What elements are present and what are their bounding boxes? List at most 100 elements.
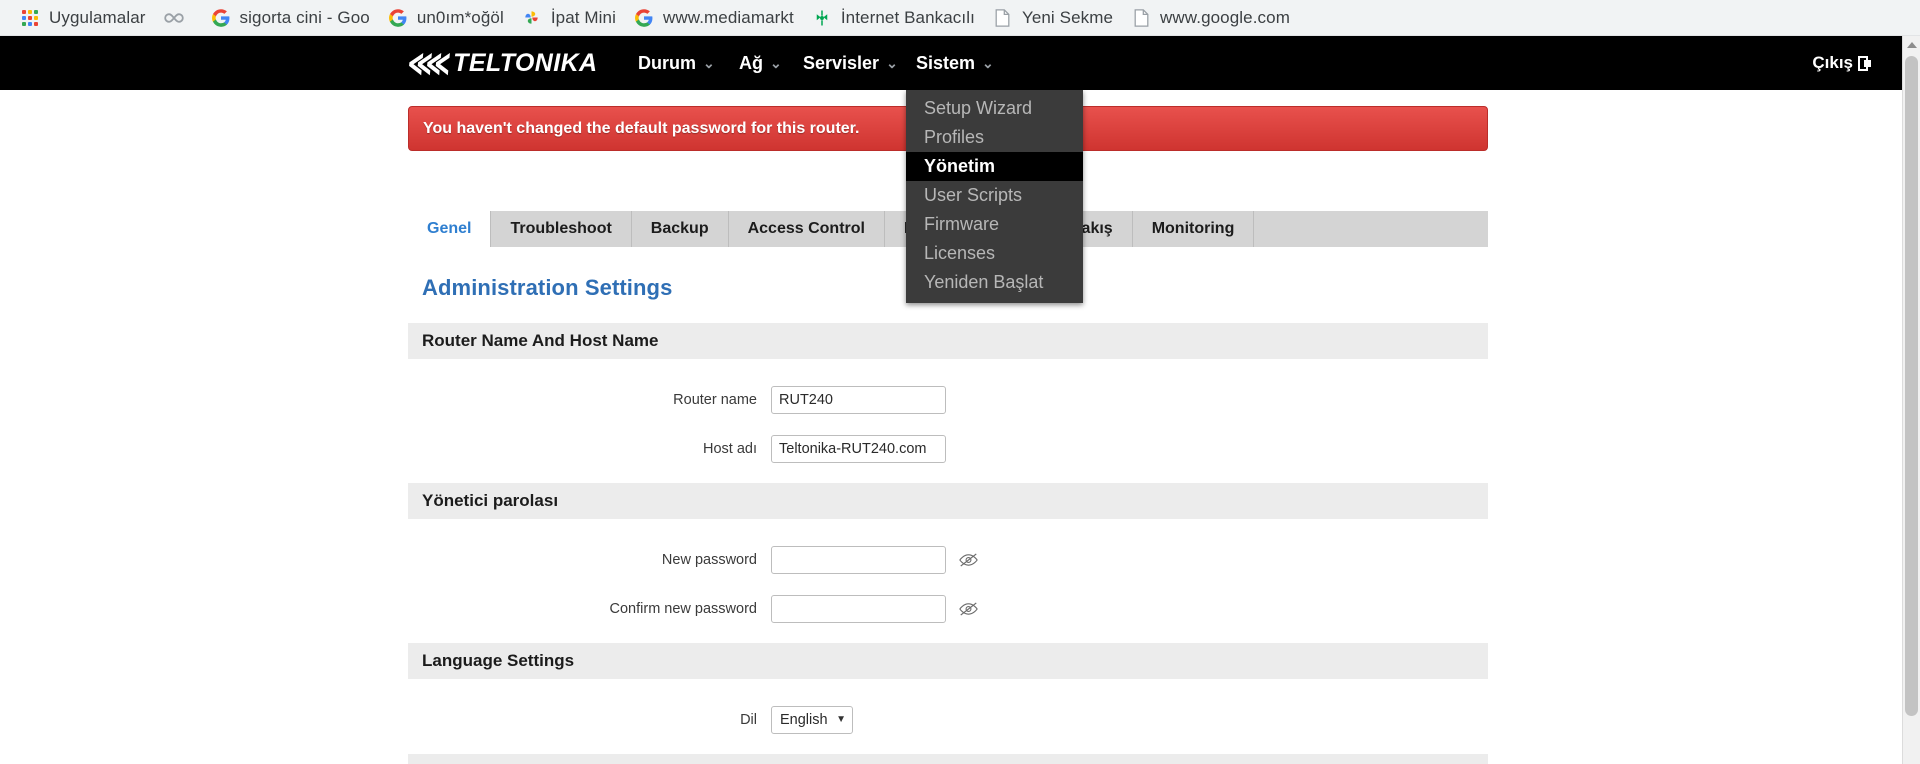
bookmark-yeni-sekme[interactable]: Yeni Sekme xyxy=(987,5,1119,31)
logout-icon xyxy=(1858,55,1872,71)
tab-access-control[interactable]: Access Control xyxy=(729,211,885,247)
bookmark-label: sigorta cini - Goo xyxy=(239,7,370,27)
section-header-ipv6: IPv6 Support xyxy=(408,754,1488,764)
bookmark-infinity[interactable] xyxy=(158,5,199,31)
chevron-down-icon: ⌄ xyxy=(703,55,715,71)
confirm-password-label: Confirm new password xyxy=(609,600,757,617)
tab-bar-filler xyxy=(1254,211,1488,247)
clover-green-icon xyxy=(812,8,832,28)
google-icon xyxy=(388,8,408,28)
menu-item-yonetim[interactable]: Yönetim xyxy=(906,152,1083,181)
section-header-admin-password: Yönetici parolası xyxy=(408,483,1488,519)
form-row-language: Dil English ▼ xyxy=(408,695,1488,744)
host-name-input[interactable] xyxy=(771,434,946,463)
router-web-ui: ≪≪ TELTONIKA Durum ⌄ Ağ ⌄ Servisler ⌄ Si… xyxy=(0,36,1920,764)
tab-label: Troubleshoot xyxy=(510,220,612,237)
language-selected-value: English xyxy=(780,711,828,728)
menu-item-licenses[interactable]: Licenses xyxy=(906,239,1083,268)
bookmark-mediamarkt[interactable]: www.mediamarkt xyxy=(628,5,800,31)
google-icon xyxy=(211,8,231,28)
administration-settings-panel: Administration Settings Router Name And … xyxy=(408,247,1488,764)
chevron-down-icon: ⌄ xyxy=(982,55,994,71)
tab-genel[interactable]: Genel xyxy=(408,211,492,247)
router-name-input[interactable] xyxy=(771,385,946,414)
menu-item-firmware[interactable]: Firmware xyxy=(906,210,1083,239)
top-navigation-bar: ≪≪ TELTONIKA Durum ⌄ Ağ ⌄ Servisler ⌄ Si… xyxy=(0,36,1902,90)
apps-grid-icon xyxy=(20,8,40,28)
show-confirm-password-eye-icon[interactable] xyxy=(958,600,978,618)
tab-troubleshoot[interactable]: Troubleshoot xyxy=(491,211,632,247)
bookmark-label: www.mediamarkt xyxy=(663,7,794,27)
menu-item-setup-wizard[interactable]: Setup Wizard xyxy=(906,94,1083,123)
confirm-password-input[interactable] xyxy=(771,594,946,623)
nav-label: Sistem xyxy=(916,52,976,73)
page-icon xyxy=(1131,8,1151,28)
menu-item-yeniden-baslat[interactable]: Yeniden Başlat xyxy=(906,268,1083,297)
router-name-label: Router name xyxy=(673,391,757,408)
nav-label: Ağ xyxy=(739,52,763,73)
language-label: Dil xyxy=(740,711,757,728)
menu-item-label: Licenses xyxy=(924,243,996,263)
new-password-label: New password xyxy=(661,551,757,568)
chevron-down-icon: ▼ xyxy=(836,714,846,725)
host-name-label: Host adı xyxy=(703,440,757,457)
bookmark-label: www.google.com xyxy=(1160,7,1290,27)
nav-item-durum[interactable]: Durum ⌄ xyxy=(632,36,721,90)
show-password-eye-icon[interactable] xyxy=(958,551,978,569)
menu-item-label: Profiles xyxy=(924,127,985,147)
scrollbar-thumb[interactable] xyxy=(1905,56,1918,716)
menu-item-label: Setup Wizard xyxy=(924,98,1033,118)
section-title: Language Settings xyxy=(422,651,575,670)
chevron-down-icon: ⌄ xyxy=(770,55,782,71)
logout-button[interactable]: Çıkış xyxy=(1812,36,1872,90)
alert-text: You haven't changed the default password… xyxy=(423,119,860,137)
nav-item-servisler[interactable]: Servisler ⌄ xyxy=(797,36,904,90)
form-row-confirm-password: Confirm new password xyxy=(408,584,1488,633)
bookmark-label: Yeni Sekme xyxy=(1021,7,1114,27)
form-row-host-name: Host adı xyxy=(408,424,1488,473)
nav-item-sistem[interactable]: Sistem ⌄ xyxy=(910,36,1000,90)
bookmark-internet-bankaciligi[interactable]: İnternet Bankacılı xyxy=(806,5,981,31)
chevron-down-icon: ⌄ xyxy=(886,55,898,71)
photos-pinwheel-icon xyxy=(522,8,542,28)
menu-item-label: User Scripts xyxy=(924,185,1023,205)
scroll-up-arrow-icon[interactable] xyxy=(1903,36,1920,54)
tab-label: Monitoring xyxy=(1151,220,1235,237)
bookmark-label: İnternet Bankacılı xyxy=(840,7,975,27)
bookmark-label: İpat Mini xyxy=(550,7,616,27)
bookmark-sigorta-cini[interactable]: sigorta cini - Goo xyxy=(205,5,376,31)
section-header-router-name: Router Name And Host Name xyxy=(408,323,1488,359)
nav-label: Servisler xyxy=(803,52,880,73)
form-row-new-password: New password xyxy=(408,535,1488,584)
logout-label: Çıkış xyxy=(1812,53,1853,72)
bookmark-label: Uygulamalar xyxy=(49,7,146,27)
nav-item-ag[interactable]: Ağ ⌄ xyxy=(733,36,788,90)
bookmark-apps[interactable]: Uygulamalar xyxy=(14,5,152,31)
language-select[interactable]: English ▼ xyxy=(771,705,853,734)
section-header-language: Language Settings xyxy=(408,643,1488,679)
tab-monitoring[interactable]: Monitoring xyxy=(1133,211,1255,247)
teltonika-chevron-icon: ≪≪ xyxy=(406,42,447,82)
bookmark-label: un0ım*oğöl xyxy=(416,7,504,27)
page-icon xyxy=(993,8,1013,28)
tab-label: Access Control xyxy=(747,220,865,237)
menu-item-label: Yönetim xyxy=(924,156,996,176)
page-scrollbar[interactable] xyxy=(1902,36,1920,764)
teltonika-wordmark: TELTONIKA xyxy=(453,48,598,77)
menu-item-label: Firmware xyxy=(924,214,999,234)
menu-item-profiles[interactable]: Profiles xyxy=(906,123,1083,152)
section-title: Router Name And Host Name xyxy=(422,331,659,350)
sistem-dropdown-menu: Setup Wizard Profiles Yönetim User Scrip… xyxy=(906,90,1083,303)
section-title: Yönetici parolası xyxy=(422,491,559,510)
new-password-input[interactable] xyxy=(771,545,946,574)
bookmark-google-com[interactable]: www.google.com xyxy=(1125,5,1296,31)
menu-item-label: Yeniden Başlat xyxy=(924,272,1044,292)
bookmark-un0im-ogol[interactable]: un0ım*oğöl xyxy=(382,5,510,31)
menu-item-user-scripts[interactable]: User Scripts xyxy=(906,181,1083,210)
nav-label: Durum xyxy=(638,52,696,73)
teltonika-logo[interactable]: ≪≪ TELTONIKA xyxy=(406,43,598,82)
bookmark-ipat-mini[interactable]: İpat Mini xyxy=(516,5,622,31)
google-icon xyxy=(634,8,654,28)
form-row-router-name: Router name xyxy=(408,375,1488,424)
tab-backup[interactable]: Backup xyxy=(632,211,729,247)
